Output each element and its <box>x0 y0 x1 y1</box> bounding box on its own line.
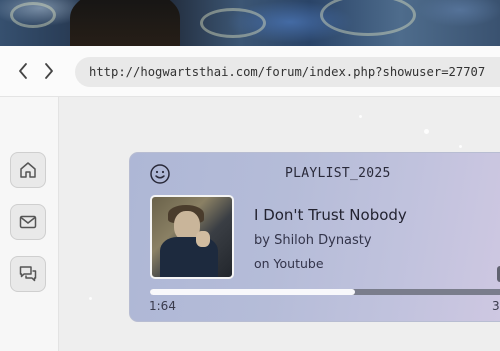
artist-line: by Shiloh Dynasty <box>254 233 372 248</box>
cypress-tree-shape <box>70 0 180 46</box>
chat-icon <box>19 266 37 282</box>
album-cover <box>150 195 234 279</box>
chat-button[interactable] <box>10 256 46 292</box>
forward-button[interactable] <box>40 60 58 82</box>
swirl-stroke <box>200 8 266 38</box>
smiley-icon[interactable] <box>149 163 171 185</box>
snowflake <box>424 129 429 134</box>
mail-icon <box>19 215 37 229</box>
address-bar[interactable]: http://hogwartsthai.com/forum/index.php?… <box>75 57 500 87</box>
home-button[interactable] <box>10 152 46 188</box>
chevron-right-icon <box>45 63 53 79</box>
mail-button[interactable] <box>10 204 46 240</box>
progress-bar[interactable] <box>150 289 500 295</box>
browser-toolbar: http://hogwartsthai.com/forum/index.php?… <box>0 46 500 97</box>
back-button[interactable] <box>14 60 32 82</box>
current-time: 1:64 <box>149 299 176 313</box>
duration-time: 3 <box>492 299 500 313</box>
chevron-left-icon <box>19 63 27 79</box>
header-banner-image <box>0 0 500 46</box>
swirl-stroke <box>10 2 56 28</box>
snowflake <box>459 145 462 148</box>
swirl-stroke <box>320 0 416 36</box>
progress-fill <box>150 289 356 295</box>
song-title: I Don't Trust Nobody <box>254 206 407 224</box>
left-sidebar <box>0 97 59 351</box>
music-player-card: PLAYLIST_2025 I Don't Trust Nobody by Sh… <box>129 152 500 322</box>
platform-line: on Youtube <box>254 256 324 271</box>
playlist-title: PLAYLIST_2025 <box>285 166 391 181</box>
snowflake <box>359 115 362 118</box>
cover-hand <box>196 231 210 247</box>
home-icon <box>20 162 36 178</box>
snowflake <box>89 297 92 300</box>
